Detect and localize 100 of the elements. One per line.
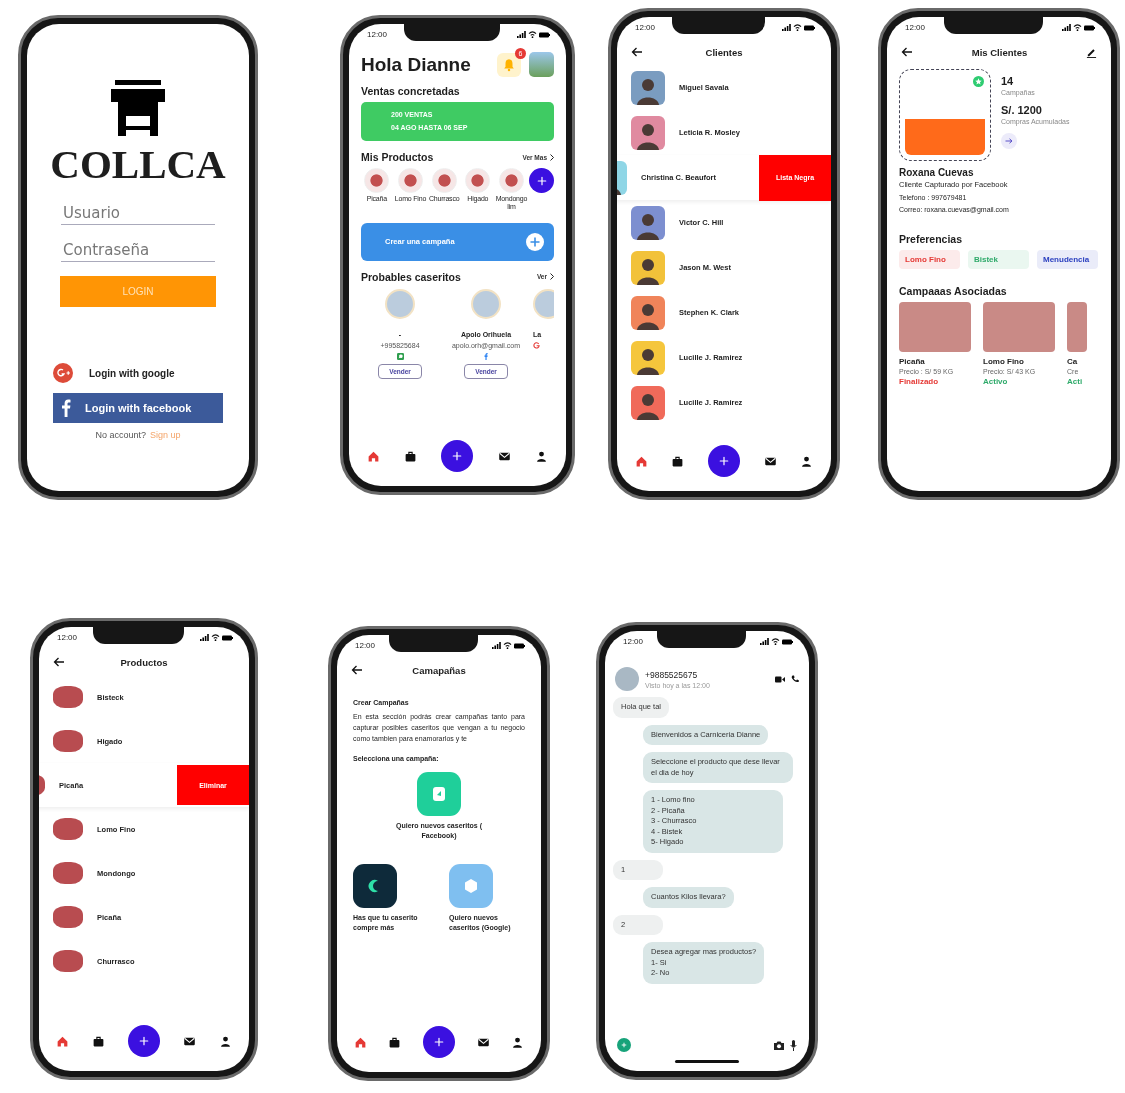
product-photo [53,818,83,840]
status-time: 12:00 [355,641,376,650]
section-title: Mis Productos [361,151,434,164]
home-icon[interactable] [56,1034,70,1048]
facebook-icon [61,399,71,417]
avatar-placeholder [385,288,415,319]
campaign-name: Ca [1067,357,1079,366]
product-photo[interactable] [364,168,390,194]
notification-button[interactable] [497,52,521,77]
preference-tag[interactable]: Menudencia [1037,250,1098,269]
signal-icon [760,638,769,645]
home-icon[interactable] [634,454,648,468]
signal-icon [1062,24,1071,31]
google-plus-icon [53,363,73,383]
battery-icon [1084,24,1095,31]
add-product-button[interactable] [529,168,554,194]
wifi-icon [793,24,802,31]
status-time: 12:00 [635,23,656,32]
edit-pencil-icon[interactable] [1086,46,1097,58]
facebook-icon [484,352,488,360]
status-time: 12:00 [57,633,78,642]
product-photo [53,730,83,752]
plus-icon [535,174,548,187]
status-time: 12:00 [367,30,388,39]
star-badge-icon [973,76,984,87]
signal-icon [517,31,526,38]
wifi-icon [211,634,220,641]
hexagon-icon [462,876,480,895]
plus-icon [433,1036,445,1048]
add-button[interactable] [708,445,740,477]
product-photo [53,862,83,884]
chevron-right-icon [550,273,554,281]
signal-icon [492,642,501,649]
battery-icon [514,642,525,649]
screen-title: Camapañas [411,664,467,676]
campaign-name: Picaña [899,357,926,366]
product-photo [53,686,83,708]
attach-button[interactable] [617,1038,631,1052]
home-icon[interactable] [367,449,381,463]
signal-icon [200,634,209,641]
bell-icon [502,57,516,72]
camera-icon[interactable] [774,1040,784,1050]
stat-value: S/. 1200 [1001,104,1043,116]
chat-icon [396,352,404,360]
campaign-status: Finalizado [899,377,940,386]
section-title: Campaaas Asociadas [899,285,1008,297]
user-icon[interactable] [511,1035,525,1049]
product-photo [53,906,83,928]
microphone-icon[interactable] [790,1039,797,1051]
avatar-placeholder [615,667,639,691]
briefcase-icon[interactable] [92,1034,106,1048]
status-time: 12:00 [905,23,926,32]
home-icon[interactable] [353,1035,367,1049]
plus-icon [621,1042,627,1048]
back-arrow-icon[interactable] [901,47,913,57]
battery-icon [539,31,550,38]
add-button[interactable] [441,440,474,472]
details-arrow-button[interactable] [1001,133,1017,149]
section-title: Preferencias [899,233,964,245]
section-title: Ventas concretadas [361,85,461,97]
text-field[interactable]: Usuario [61,202,215,225]
screen-title: Clientes [704,46,744,58]
phone-icon[interactable] [791,675,799,683]
signup-prompt: No account? [95,430,146,440]
storefront-icon [109,80,167,136]
profile-photo-placeholder[interactable] [529,52,554,77]
text-field[interactable]: Contraseña [61,239,215,262]
briefcase-icon[interactable] [388,1035,402,1049]
preference-tag[interactable]: Lomo Fino [899,250,960,269]
product-photo[interactable] [398,168,423,194]
add-button[interactable] [423,1026,455,1058]
user-icon[interactable] [218,1034,232,1048]
contact-number: +9885525675 [645,669,699,680]
product-photo[interactable] [465,168,491,194]
briefcase-icon[interactable] [671,454,685,468]
screen-title: Productos [119,656,169,668]
video-call-icon[interactable] [775,675,785,683]
screen-title: Mis Clientes [970,46,1029,58]
back-arrow-icon[interactable] [53,657,65,667]
battery-icon [782,638,793,645]
google-login-button[interactable]: Login with google [53,363,223,383]
product-photo[interactable] [431,168,457,194]
user-icon[interactable] [800,454,814,468]
plus-icon [138,1035,150,1047]
product-photo[interactable] [498,168,524,194]
campaign-status: Activo [983,377,1009,386]
facebook-login-button[interactable]: Login with facebook [53,393,223,423]
back-arrow-icon[interactable] [631,47,643,57]
chevron-right-icon [550,153,554,161]
stat-value: 14 [1001,75,1015,87]
add-button[interactable] [128,1025,160,1057]
battery-icon [804,24,815,31]
avatar-placeholder [533,288,554,319]
product-photo [53,950,83,972]
wifi-icon [1073,24,1082,31]
back-arrow-icon[interactable] [351,665,363,675]
wifi-icon [503,642,512,649]
greeting: Hola Dianne [361,53,472,76]
briefcase-icon[interactable] [404,449,418,463]
user-icon[interactable] [534,449,548,463]
